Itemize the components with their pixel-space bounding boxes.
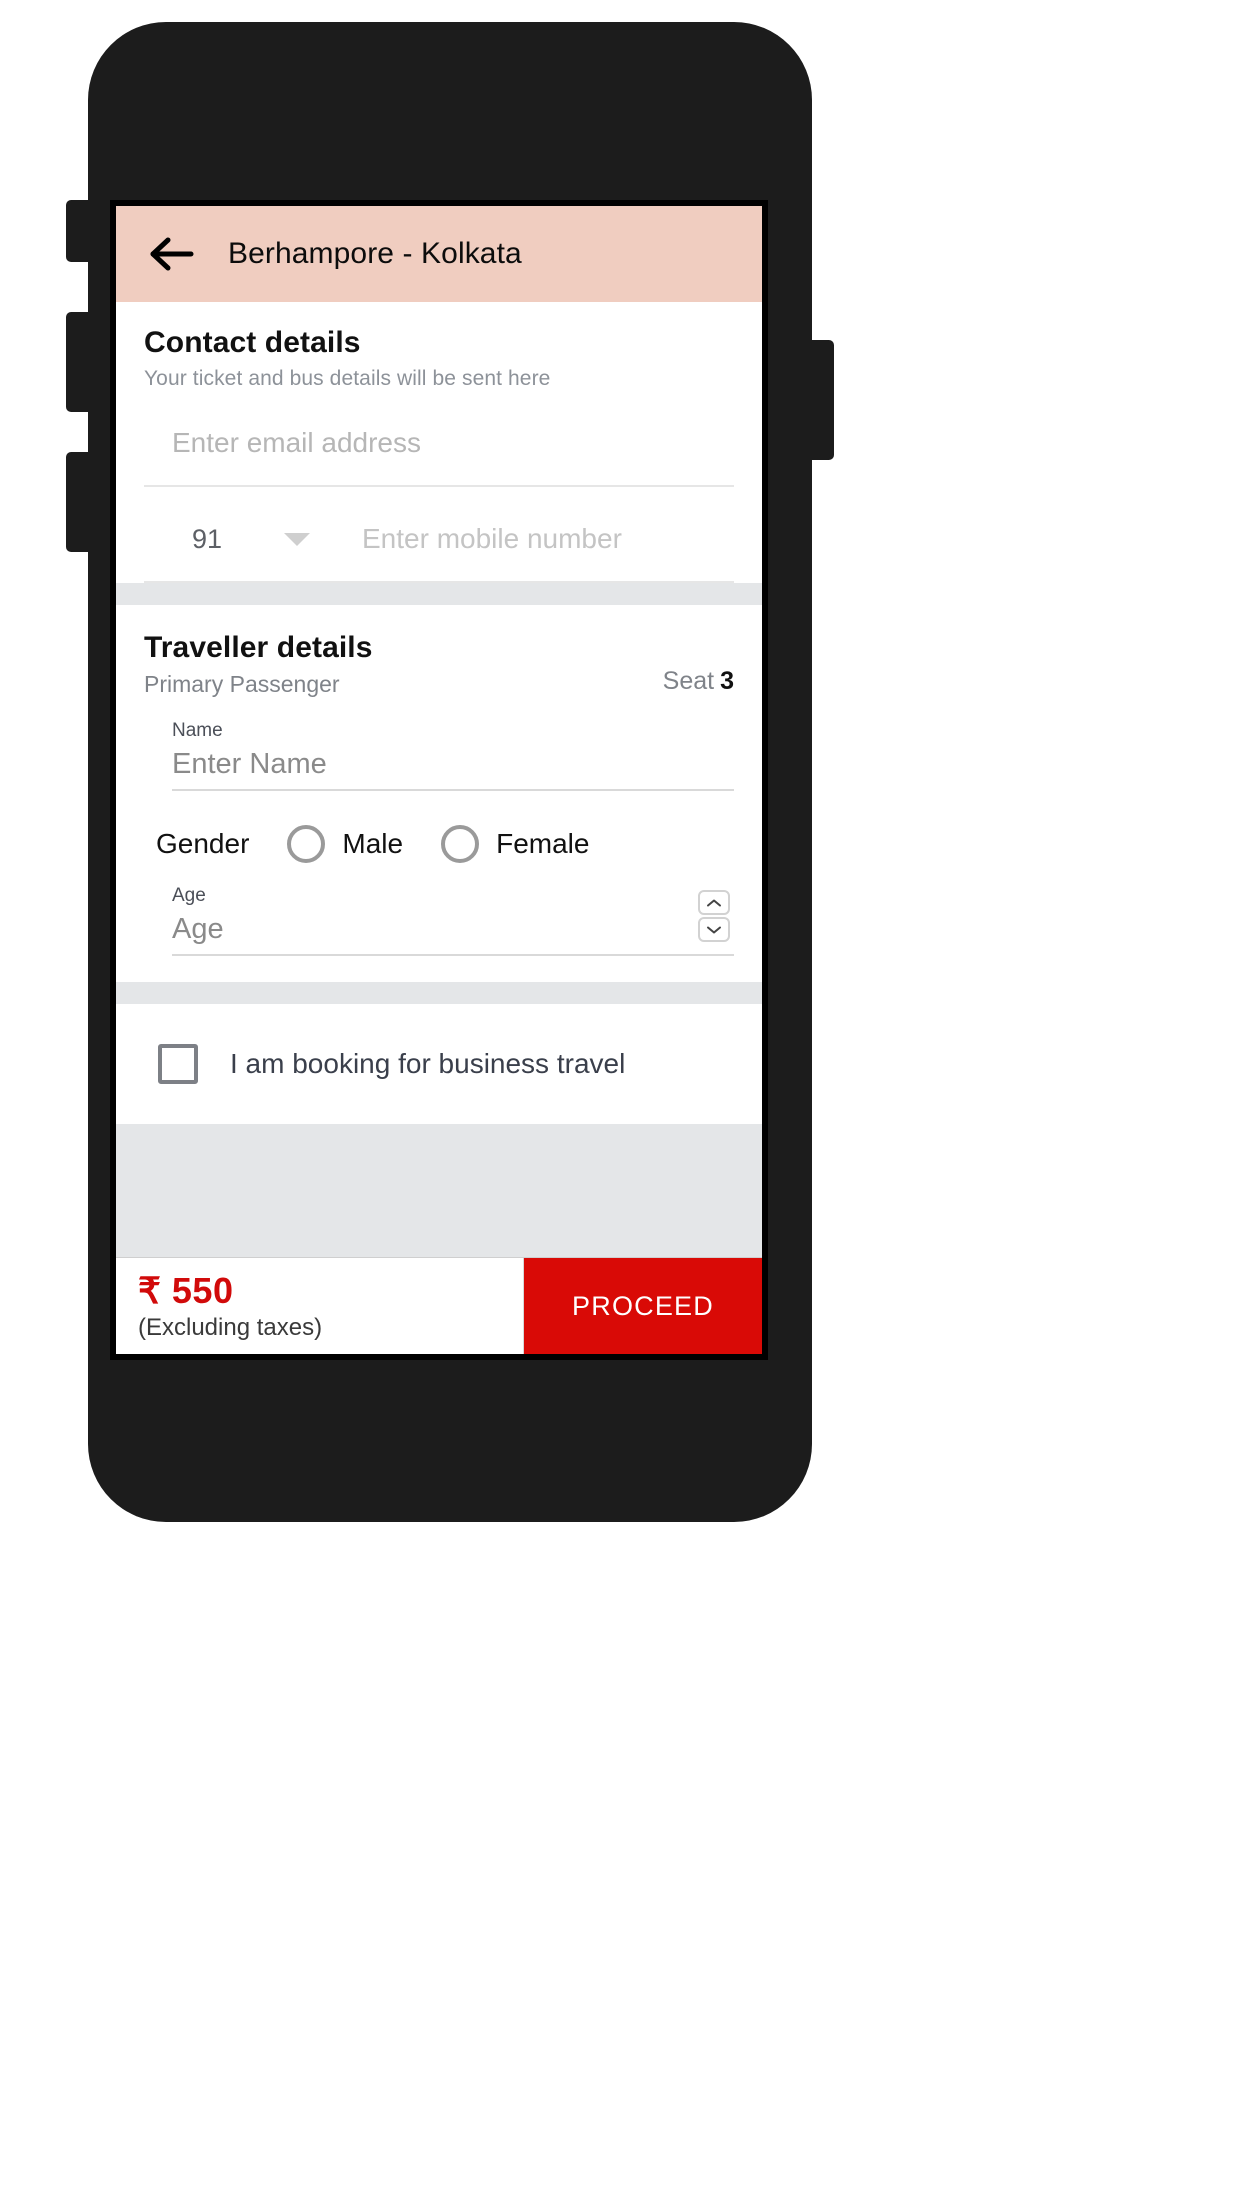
age-label: Age (172, 885, 206, 906)
total-price: ₹ 550 (138, 1270, 234, 1311)
age-field[interactable]: Age Age (172, 885, 734, 956)
radio-male[interactable] (287, 825, 326, 863)
age-decrement-button[interactable] (698, 917, 730, 942)
business-travel-card[interactable]: I am booking for business travel (116, 1004, 762, 1124)
name-label: Name (172, 720, 223, 741)
gender-row: Gender Male Female (156, 825, 734, 863)
email-input[interactable]: Enter email address (144, 427, 421, 459)
traveller-details-heading: Traveller details (144, 631, 373, 664)
empty-space (116, 1124, 762, 1257)
arrow-left-icon[interactable] (150, 234, 194, 274)
radio-male-label[interactable]: Male (342, 828, 403, 860)
tax-note: (Excluding taxes) (138, 1314, 323, 1341)
bottom-bar: ₹ 550 (Excluding taxes) PROCEED (116, 1257, 762, 1354)
chevron-down-icon[interactable] (284, 532, 310, 546)
gender-label: Gender (156, 828, 250, 859)
name-input[interactable]: Enter Name (172, 748, 734, 781)
business-travel-label[interactable]: I am booking for business travel (230, 1048, 625, 1080)
mobile-field-row[interactable]: 91 Enter mobile number (144, 497, 734, 583)
phone-side-button-top[interactable] (66, 200, 92, 262)
business-travel-checkbox[interactable] (158, 1044, 198, 1084)
radio-female[interactable] (441, 825, 480, 863)
traveller-details-card: Traveller details Primary Passenger Seat… (116, 605, 762, 982)
age-input[interactable]: Age (172, 913, 734, 946)
seat-number: 3 (720, 667, 734, 695)
primary-passenger-label: Primary Passenger (144, 671, 340, 697)
contact-details-subtitle: Your ticket and bus details will be sent… (144, 367, 551, 390)
price-summary: ₹ 550 (Excluding taxes) (116, 1258, 524, 1354)
page-title: Berhampore - Kolkata (228, 237, 522, 270)
phone-screen: Berhampore - Kolkata Contact details You… (110, 200, 768, 1360)
name-field[interactable]: Name Enter Name (172, 720, 734, 791)
age-stepper[interactable] (698, 890, 730, 944)
app-bar: Berhampore - Kolkata (116, 206, 762, 302)
phone-power-button[interactable] (808, 340, 834, 460)
section-divider-1 (116, 583, 762, 605)
traveller-header: Traveller details Primary Passenger Seat… (144, 631, 734, 698)
chevron-up-icon (707, 899, 721, 906)
contact-details-card: Contact details Your ticket and bus deta… (116, 302, 762, 583)
country-code-select[interactable]: 91 (144, 524, 278, 555)
chevron-down-icon (707, 926, 721, 933)
radio-female-label[interactable]: Female (496, 828, 589, 860)
mobile-input[interactable]: Enter mobile number (310, 523, 622, 555)
seat-badge: Seat 3 (663, 667, 734, 698)
scroll-body: Contact details Your ticket and bus deta… (116, 302, 762, 1257)
proceed-button[interactable]: PROCEED (524, 1258, 762, 1354)
contact-details-heading: Contact details (144, 326, 361, 359)
phone-volume-up-button[interactable] (66, 312, 92, 412)
section-divider-2 (116, 982, 762, 1004)
seat-label: Seat (662, 667, 715, 695)
phone-volume-down-button[interactable] (66, 452, 92, 552)
email-field-row[interactable]: Enter email address (144, 401, 734, 487)
screenshot-root: Berhampore - Kolkata Contact details You… (0, 0, 1242, 2208)
age-increment-button[interactable] (698, 890, 730, 915)
